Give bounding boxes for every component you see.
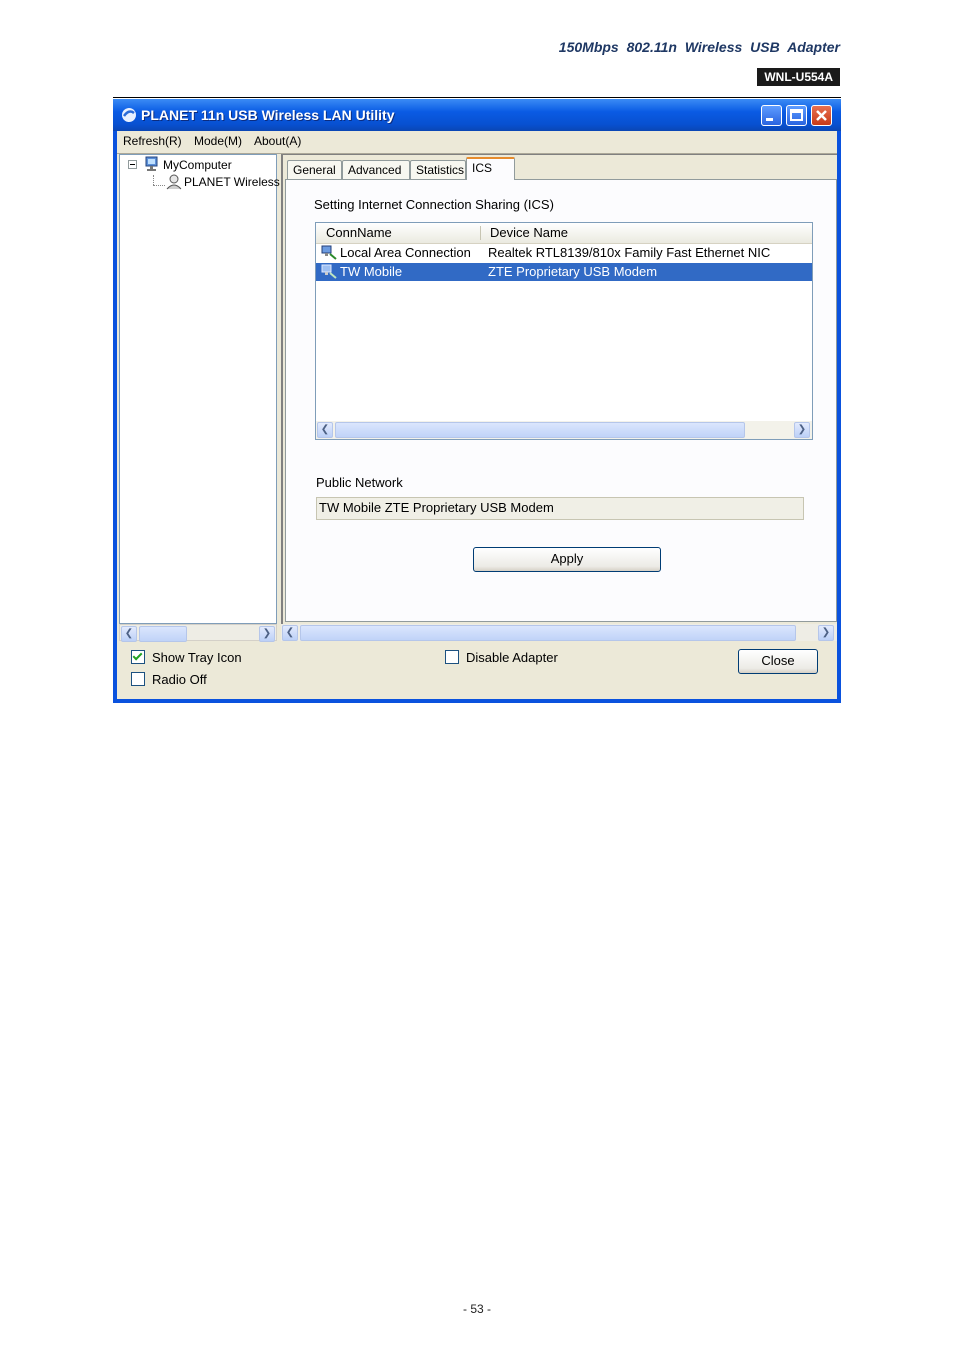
list-header: ConnName Device Name [316,223,812,244]
app-icon [122,108,136,122]
list-row[interactable]: Local Area Connection Realtek RTL8139/81… [316,244,812,262]
menu-mode[interactable]: Mode(M) [194,134,242,148]
disable-adapter-label: Disable Adapter [466,650,558,665]
show-tray-icon-label: Show Tray Icon [152,650,242,665]
close-button[interactable]: Close [738,649,818,674]
list-row-selected[interactable]: TW Mobile ZTE Proprietary USB Modem [316,263,812,281]
maximize-button[interactable] [786,105,807,126]
section-title: Setting Internet Connection Sharing (ICS… [314,197,554,212]
scroll-thumb[interactable] [335,422,745,438]
minimize-icon [766,118,773,121]
network-connection-icon [321,264,337,279]
scroll-right-icon[interactable]: ❯ [259,626,275,642]
menu-refresh[interactable]: Refresh(R) [123,134,182,148]
page-number: - 53 - [462,1302,491,1316]
network-connection-icon [321,245,337,260]
header-divider [113,97,841,98]
window-title: PLANET 11n USB Wireless LAN Utility [141,107,395,123]
tab-statistics[interactable]: Statistics [410,160,466,179]
checkbox-icon[interactable] [445,650,459,664]
settings-panel: General Advanced Statistics ICS Setting … [281,154,837,624]
scroll-left-icon[interactable]: ❮ [282,625,298,641]
checkbox-checked-icon[interactable] [131,650,145,664]
scroll-left-icon[interactable]: ❮ [317,422,333,438]
public-network-label: Public Network [316,475,403,490]
checkbox-icon[interactable] [131,672,145,686]
minimize-button[interactable] [761,105,782,126]
close-icon [816,110,827,121]
tree-connector [153,175,155,185]
menu-about[interactable]: About(A) [254,134,301,148]
collapse-toggle[interactable] [128,160,137,169]
scroll-right-icon[interactable]: ❯ [818,625,834,641]
device-name-cell: ZTE Proprietary USB Modem [488,264,658,279]
tree-node-mycomputer[interactable]: MyComputer [163,158,232,172]
document-header-title: 150Mbps 802.11n Wireless USB Adapter [558,39,840,55]
ics-tab-page: Setting Internet Connection Sharing (ICS… [285,179,837,622]
scroll-thumb[interactable] [139,626,187,642]
scroll-thumb[interactable] [300,625,796,641]
device-tree[interactable]: MyComputer PLANET Wireless [119,154,280,624]
close-window-button[interactable] [811,105,832,126]
radio-off-label: Radio Off [152,672,207,687]
apply-button[interactable]: Apply [473,547,661,572]
model-badge: WNL-U554A [757,68,840,86]
scroll-right-icon[interactable]: ❯ [794,422,810,438]
tree-node-planet-wireless[interactable]: PLANET Wireless [184,175,280,189]
column-connname[interactable]: ConnName [326,225,392,240]
scroll-left-icon[interactable]: ❮ [121,626,137,642]
tab-ics[interactable]: ICS [466,157,515,180]
tab-general[interactable]: General [287,160,342,179]
tree-horizontal-scrollbar[interactable]: ❮ ❯ [119,624,277,642]
public-network-field: TW Mobile ZTE Proprietary USB Modem [316,497,804,520]
conn-name-cell: TW Mobile [340,264,403,279]
maximize-icon [790,109,803,121]
tree-connector [153,185,165,187]
show-tray-icon-checkbox[interactable]: Show Tray Icon [131,650,242,665]
tab-advanced[interactable]: Advanced [342,160,410,179]
device-name-cell: Realtek RTL8139/810x Family Fast Etherne… [488,245,771,260]
menu-bar: Refresh(R) Mode(M) About(A) [117,131,837,152]
connection-list[interactable]: ConnName Device Name Local Area Connecti… [315,222,813,440]
disable-adapter-checkbox[interactable]: Disable Adapter [445,650,558,665]
window-client: Refresh(R) Mode(M) About(A) MyComputer P… [117,131,837,699]
radio-off-checkbox[interactable]: Radio Off [131,672,207,687]
utility-window: PLANET 11n USB Wireless LAN Utility Refr… [113,99,841,703]
column-divider [480,226,481,240]
conn-name-cell: Local Area Connection [340,245,471,260]
computer-icon [145,156,158,171]
title-bar[interactable]: PLANET 11n USB Wireless LAN Utility [113,99,841,131]
list-horizontal-scrollbar[interactable]: ❮ ❯ [316,421,812,439]
column-device-name[interactable]: Device Name [490,225,568,240]
panel-horizontal-scrollbar[interactable]: ❮ ❯ [281,624,837,641]
wireless-adapter-icon [166,174,182,190]
